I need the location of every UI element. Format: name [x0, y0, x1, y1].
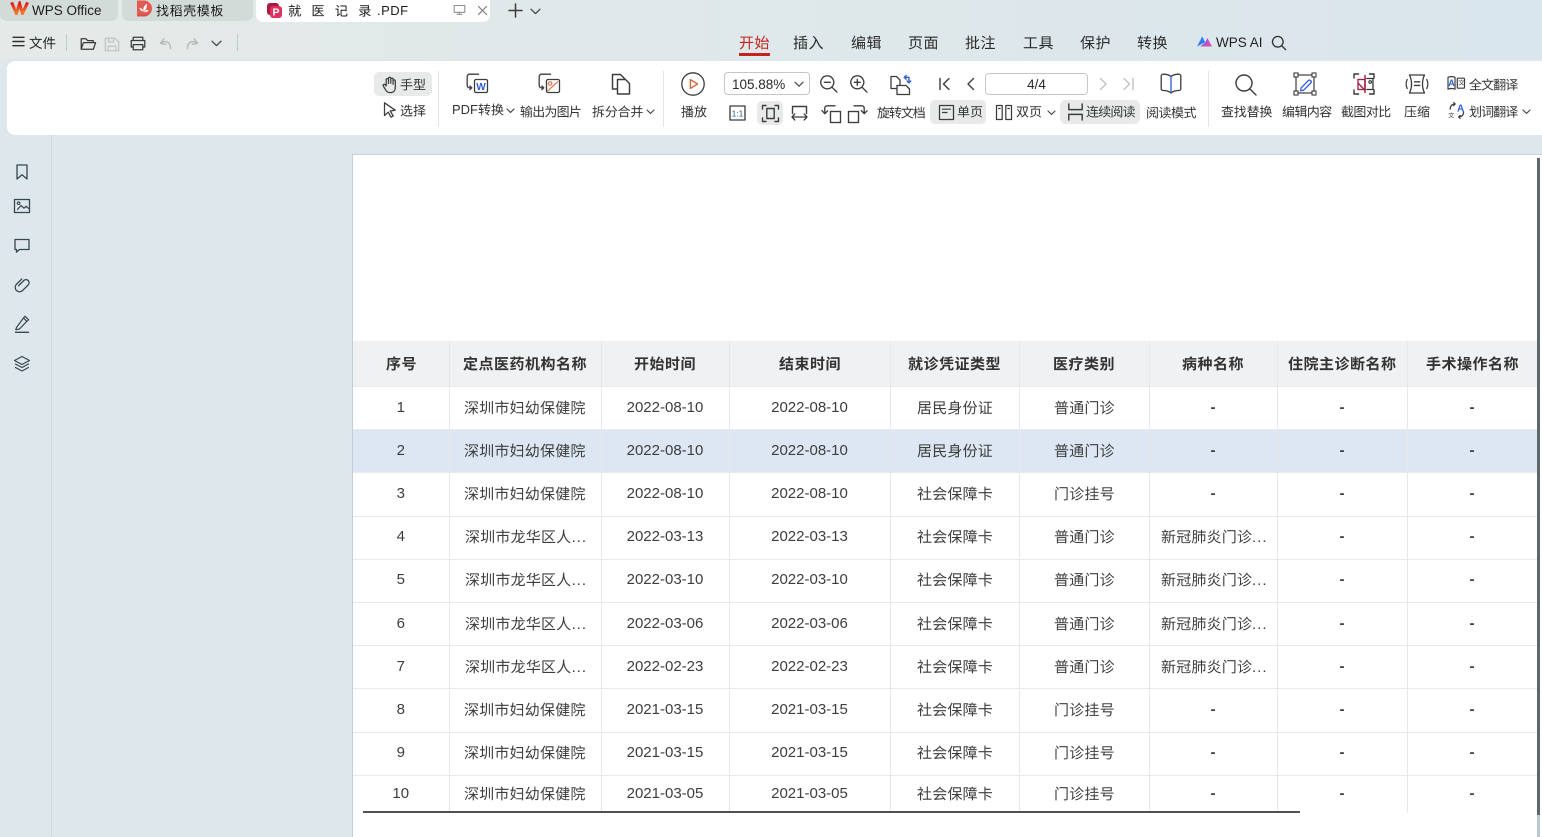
- svg-text:A: A: [1448, 78, 1455, 88]
- svg-text:P: P: [272, 7, 279, 19]
- svg-text:A: A: [1457, 104, 1464, 115]
- svg-text:1:1: 1:1: [732, 109, 744, 119]
- svg-text:W: W: [476, 82, 486, 93]
